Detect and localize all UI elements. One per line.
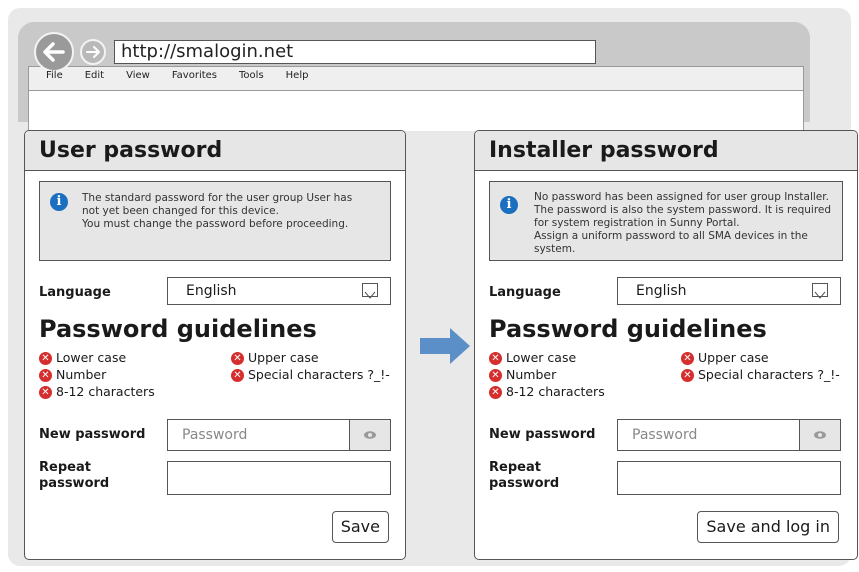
arrow-right-icon xyxy=(420,328,470,364)
rule-label: 8-12 characters xyxy=(506,384,605,399)
info-icon: i xyxy=(50,193,68,211)
rule-label: Special characters ?_!- xyxy=(698,367,840,382)
menu-bar: File Edit View Favorites Tools Help xyxy=(46,70,330,81)
rule-label: Number xyxy=(56,367,107,382)
browser-viewport xyxy=(28,90,804,131)
menu-file[interactable]: File xyxy=(46,70,63,81)
repeat-label-line: password xyxy=(489,476,560,491)
error-icon: ✕ xyxy=(39,368,52,382)
repeat-password-label: Repeat password xyxy=(489,460,559,492)
info-message: i No password has been assigned for user… xyxy=(489,181,843,261)
language-value: English xyxy=(186,283,237,299)
menu-tools[interactable]: Tools xyxy=(239,70,264,81)
rule-length: ✕ 8-12 characters xyxy=(39,384,155,400)
rule-number: ✕ Number xyxy=(39,367,106,383)
rule-upper-case: ✕ Upper case xyxy=(231,350,319,366)
rule-number: ✕ Number xyxy=(489,367,556,383)
new-password-input[interactable]: Password xyxy=(167,419,391,451)
rule-label: Lower case xyxy=(56,350,127,365)
menu-favorites[interactable]: Favorites xyxy=(172,70,217,81)
rule-special-characters: ✕ Special characters ?_!- xyxy=(231,367,390,383)
rule-length: ✕ 8-12 characters xyxy=(489,384,605,400)
show-password-button[interactable] xyxy=(349,420,390,450)
language-label: Language xyxy=(39,285,111,300)
info-line: No password has been assigned for user g… xyxy=(534,191,829,203)
error-icon: ✕ xyxy=(231,351,244,365)
panel-title: User password xyxy=(25,131,405,171)
rule-label: 8-12 characters xyxy=(56,384,155,399)
rule-label: Upper case xyxy=(248,350,319,365)
info-line: The password is also the system password… xyxy=(534,204,832,216)
error-icon: ✕ xyxy=(39,351,52,365)
eye-icon xyxy=(364,431,376,439)
guidelines-title: Password guidelines xyxy=(39,315,317,343)
password-placeholder: Password xyxy=(182,427,248,443)
new-password-label: New password xyxy=(489,427,596,442)
chevron-down-icon xyxy=(812,283,828,299)
repeat-label-line: Repeat xyxy=(489,460,541,475)
error-icon: ✕ xyxy=(231,368,244,382)
arrow-left-icon xyxy=(43,42,65,62)
repeat-label-line: Repeat xyxy=(39,460,91,475)
error-icon: ✕ xyxy=(489,385,502,399)
panel-title: Installer password xyxy=(475,131,857,171)
repeat-password-input[interactable] xyxy=(167,461,391,495)
info-line: Assign a uniform password to all SMA dev… xyxy=(534,230,808,255)
error-icon: ✕ xyxy=(681,368,694,382)
repeat-password-input[interactable] xyxy=(617,461,841,495)
info-line: The standard password for the user group… xyxy=(82,192,353,204)
repeat-password-label: Repeat password xyxy=(39,460,109,492)
info-line: for system registration in Sunny Portal. xyxy=(534,217,740,229)
rule-special-characters: ✕ Special characters ?_!- xyxy=(681,367,840,383)
show-password-button[interactable] xyxy=(799,420,840,450)
user-password-panel: User password i The standard password fo… xyxy=(24,130,406,560)
rule-lower-case: ✕ Lower case xyxy=(39,350,126,366)
guidelines-title: Password guidelines xyxy=(489,315,767,343)
save-and-log-in-button[interactable]: Save and log in xyxy=(697,511,839,543)
error-icon: ✕ xyxy=(681,351,694,365)
password-placeholder: Password xyxy=(632,427,698,443)
rule-label: Number xyxy=(506,367,557,382)
back-button[interactable] xyxy=(34,32,74,72)
rule-lower-case: ✕ Lower case xyxy=(489,350,576,366)
info-message: i The standard password for the user gro… xyxy=(39,181,391,261)
rule-label: Special characters ?_!- xyxy=(248,367,390,382)
chevron-down-icon xyxy=(362,283,378,299)
error-icon: ✕ xyxy=(39,385,52,399)
error-icon: ✕ xyxy=(489,368,502,382)
forward-button[interactable] xyxy=(80,39,106,65)
info-line: You must change the password before proc… xyxy=(82,218,349,230)
address-bar[interactable]: http://smalogin.net xyxy=(114,40,596,64)
menu-edit[interactable]: Edit xyxy=(85,70,104,81)
installer-password-panel: Installer password i No password has bee… xyxy=(474,130,858,560)
arrow-right-icon xyxy=(86,46,100,58)
save-button[interactable]: Save xyxy=(331,511,389,543)
menu-help[interactable]: Help xyxy=(286,70,309,81)
error-icon: ✕ xyxy=(489,351,502,365)
menu-view[interactable]: View xyxy=(126,70,150,81)
language-label: Language xyxy=(489,285,561,300)
info-icon: i xyxy=(500,196,518,214)
eye-icon xyxy=(814,431,826,439)
new-password-input[interactable]: Password xyxy=(617,419,841,451)
language-value: English xyxy=(636,283,687,299)
info-line: not yet been changed for this device. xyxy=(82,205,279,217)
rule-label: Lower case xyxy=(506,350,577,365)
language-select[interactable]: English xyxy=(167,277,391,305)
language-select[interactable]: English xyxy=(617,277,841,305)
new-password-label: New password xyxy=(39,427,146,442)
repeat-label-line: password xyxy=(39,476,110,491)
rule-upper-case: ✕ Upper case xyxy=(681,350,769,366)
rule-label: Upper case xyxy=(698,350,769,365)
